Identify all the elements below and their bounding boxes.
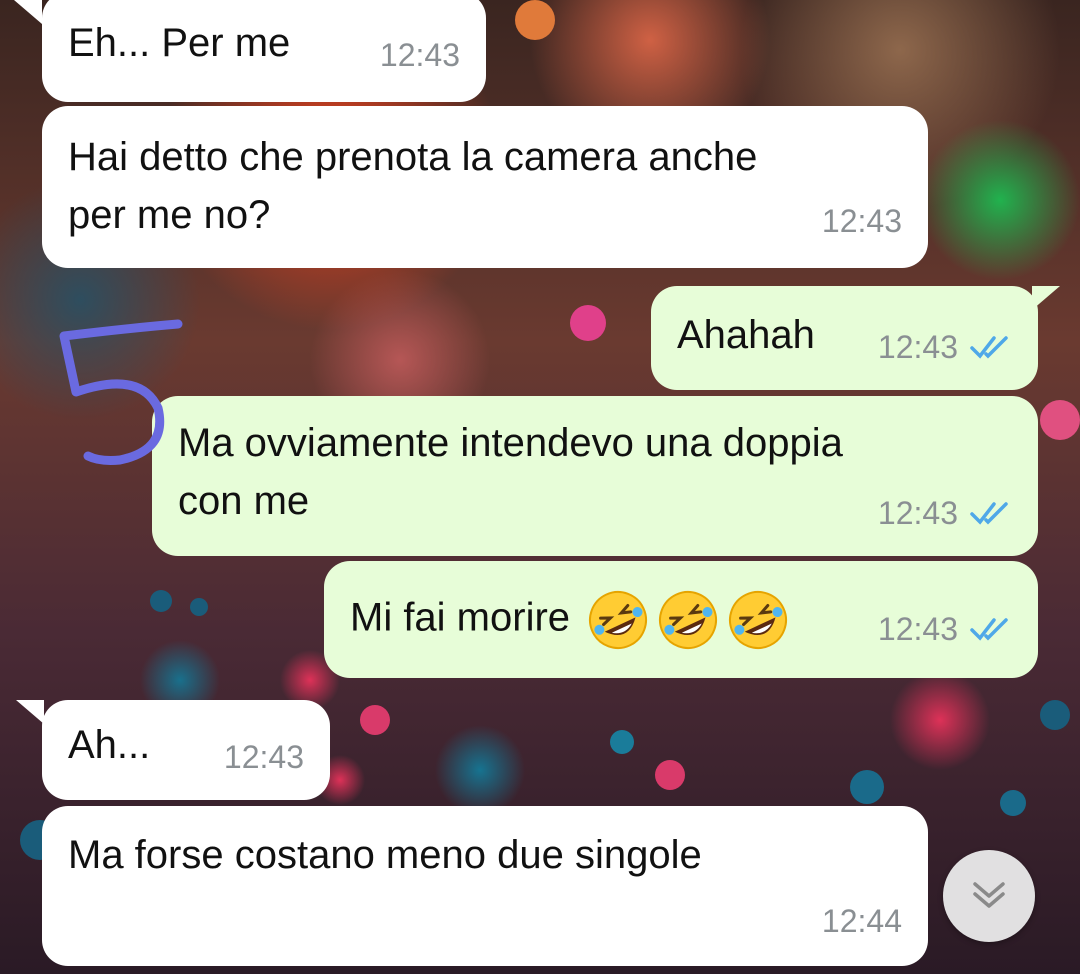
chat-background: Eh... Per me 12:43 Hai detto che prenota… — [0, 0, 1080, 974]
message-bubble-outgoing[interactable]: Mi fai morire 12:43 — [324, 561, 1038, 678]
message-text: Ma forse costano meno due singole — [68, 833, 702, 877]
message-meta: 12:43 — [878, 600, 1012, 658]
double-check-read-icon — [970, 618, 1008, 641]
message-text-line: con me — [178, 479, 310, 523]
message-meta: 12:43 — [878, 484, 1012, 542]
message-text: Ma ovviamente intendevo una doppia con m… — [178, 414, 843, 530]
message-time: 12:43 — [877, 611, 958, 647]
handwritten-annotation: 5 — [50, 310, 183, 465]
message-meta: 12:43 — [878, 318, 1012, 376]
message-text-line: per me no? — [68, 193, 271, 237]
decor-dot — [850, 770, 884, 804]
message-text-line: Hai detto che prenota la camera anche — [68, 135, 758, 179]
bubble-tail — [14, 0, 42, 24]
decor-dot — [655, 760, 685, 790]
message-time: 12:43 — [821, 203, 902, 239]
double-check-read-icon — [970, 336, 1008, 359]
decor-dot — [1000, 790, 1026, 816]
double-chevron-down-icon — [973, 882, 1005, 908]
message-bubble-outgoing[interactable]: Ahahah 12:43 — [651, 286, 1038, 390]
message-time: 12:43 — [877, 329, 958, 365]
message-text: Hai detto che prenota la camera anche pe… — [68, 128, 757, 244]
double-check-read-icon — [970, 502, 1008, 525]
rolling-on-floor-laughing-icon — [659, 591, 718, 649]
message-time: 12:43 — [877, 495, 958, 531]
decor-dot — [150, 590, 172, 612]
message-meta: 12:43 — [224, 728, 304, 786]
message-meta: 12:44 — [822, 892, 902, 950]
message-text: Eh... Per me — [68, 21, 291, 65]
message-text-line: Ma ovviamente intendevo una doppia — [178, 421, 843, 465]
message-text: Ah... — [68, 723, 151, 767]
message-bubble-incoming[interactable]: Eh... Per me 12:43 — [42, 0, 486, 102]
message-time: 12:43 — [379, 37, 460, 73]
decor-dot — [190, 598, 208, 616]
message-bubble-incoming[interactable]: Ma forse costano meno due singole 12:44 — [42, 806, 928, 966]
message-bubble-outgoing[interactable]: Ma ovviamente intendevo una doppia con m… — [152, 396, 1038, 556]
rolling-on-floor-laughing-icon — [589, 591, 648, 649]
decor-dot — [1040, 400, 1080, 440]
decor-dot — [1040, 700, 1070, 730]
message-text: Ahahah — [677, 313, 815, 357]
message-meta: 12:43 — [822, 192, 902, 250]
decor-dot — [515, 0, 555, 40]
message-text-content: Mi fai morire — [350, 595, 571, 640]
scroll-to-bottom-button[interactable] — [943, 850, 1035, 942]
message-bubble-incoming[interactable]: Ah... 12:43 — [42, 700, 330, 800]
message-time: 12:43 — [223, 739, 304, 775]
message-meta: 12:43 — [380, 26, 460, 84]
rolling-on-floor-laughing-icon — [729, 591, 788, 649]
annotation-text: 5 — [50, 310, 51, 311]
message-text: Mi fai morire — [350, 587, 791, 653]
bubble-tail — [16, 700, 44, 724]
decor-dot — [610, 730, 634, 754]
message-time: 12:44 — [821, 903, 902, 939]
decor-dot — [570, 305, 606, 341]
decor-dot — [360, 705, 390, 735]
message-bubble-incoming[interactable]: Hai detto che prenota la camera anche pe… — [42, 106, 928, 268]
